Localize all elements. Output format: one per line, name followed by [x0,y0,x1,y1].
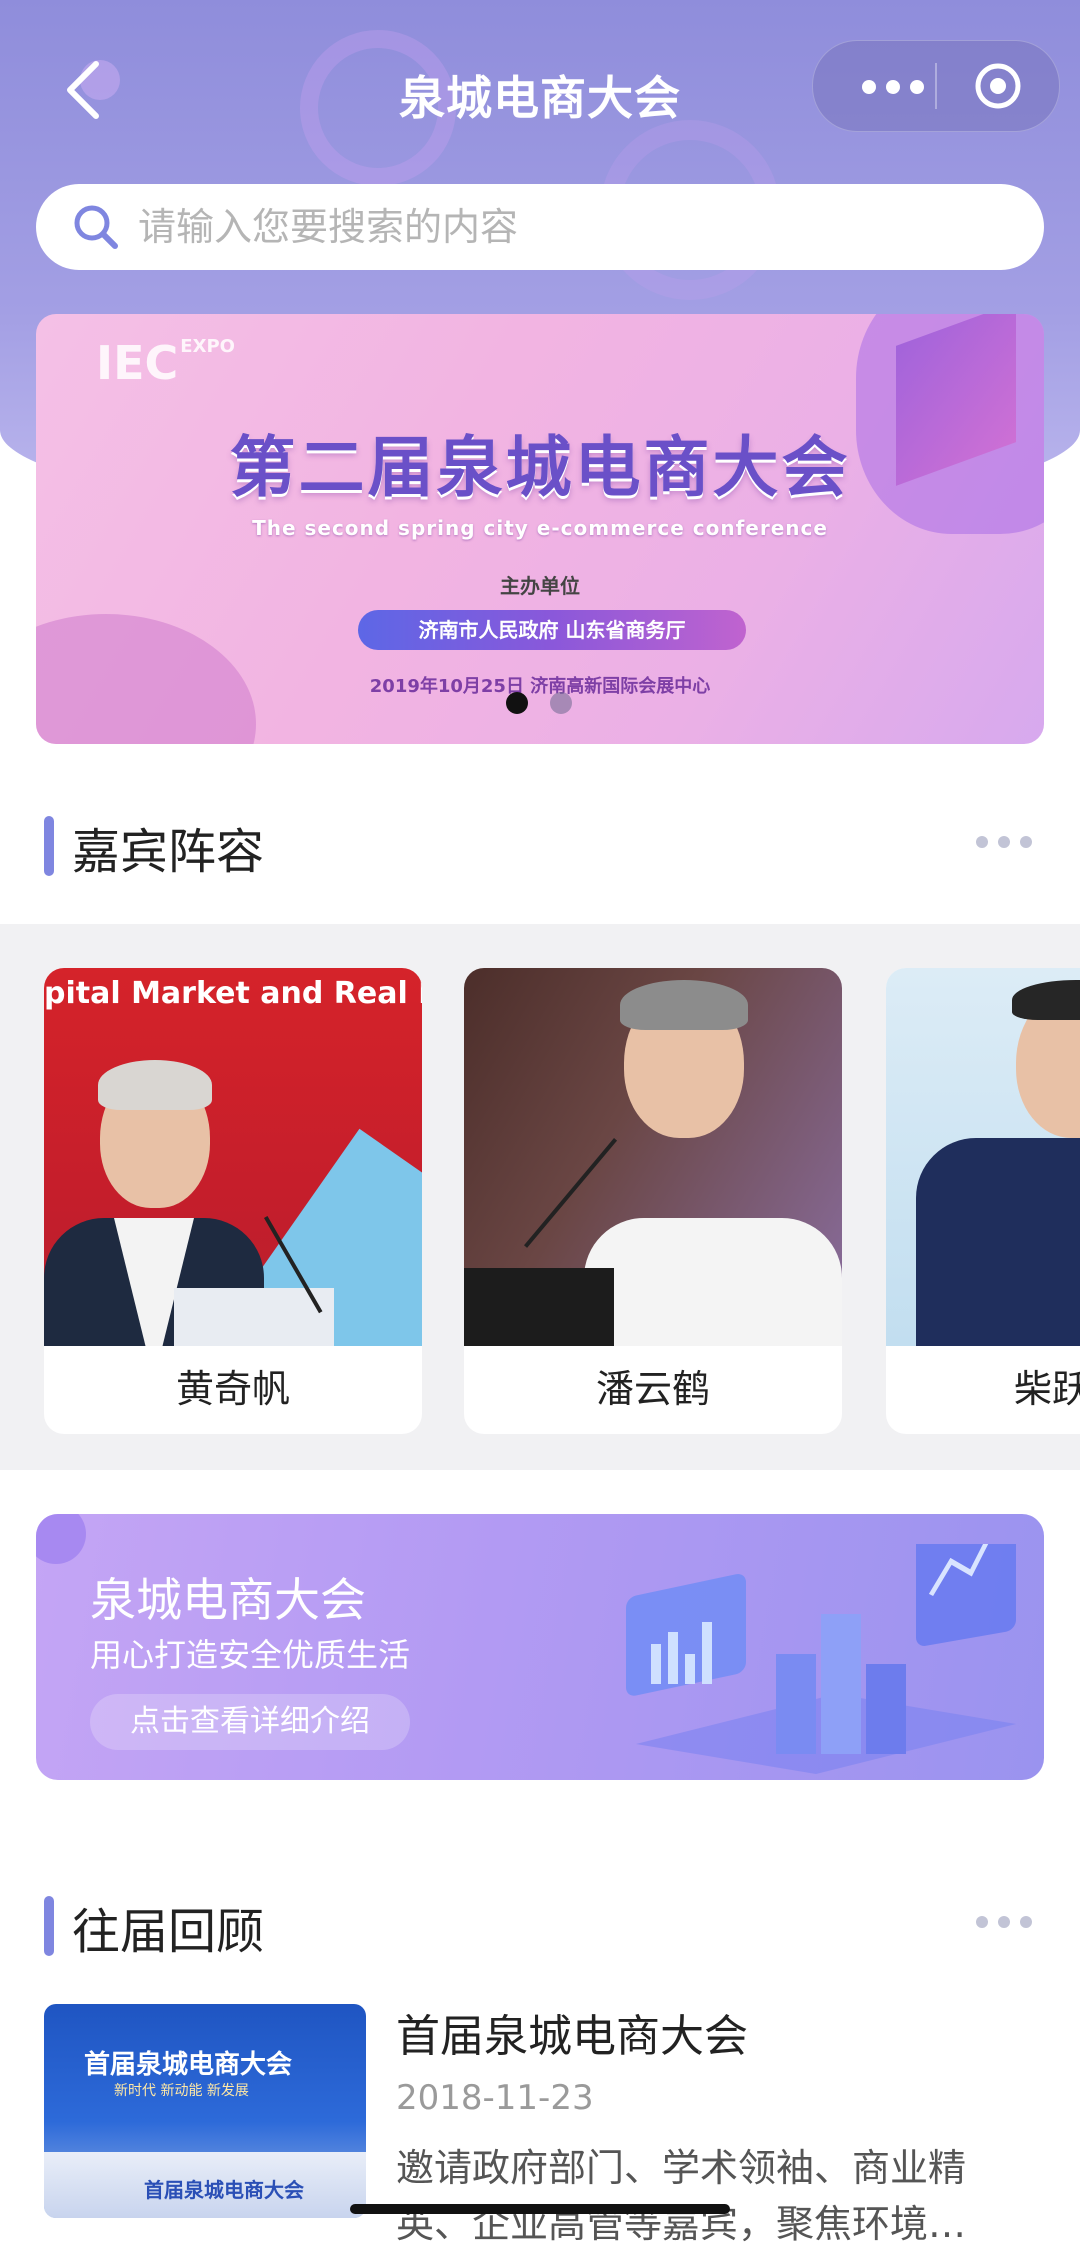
banner-title: 第二届泉城电商大会 [229,429,851,506]
intro-promo-banner[interactable]: 泉城电商大会 用心打造安全优质生活 点击查看详细介绍 [36,1514,1044,1780]
search-input[interactable] [136,204,960,250]
speaker-name: 潘云鹤 [595,1367,710,1411]
promo-subtitle: 用心打造安全优质生活 [90,1636,411,1674]
analytics-illustration-icon [626,1544,1016,1774]
speaker-photo: pital Market and Real Ec [44,968,422,1346]
speaker-name: 柴跃 [1014,1367,1080,1411]
banner-subtitle: The second spring city e-commerce confer… [252,516,828,540]
search-bar[interactable] [36,184,1044,270]
decor-dot [36,1514,86,1564]
section-title: 嘉宾阵容 [72,824,265,880]
speakers-carousel[interactable]: pital Market and Real Ec 黄奇帆 潘云鹤 柴跃 [0,924,1080,1470]
mini-program-capsule [812,40,1060,132]
navigation-bar: 泉城电商大会 [0,40,1080,140]
more-icon[interactable] [976,1916,1032,1928]
photo-backdrop-text: pital Market and Real Ec [44,976,422,1011]
more-options-icon[interactable] [843,67,943,107]
section-title: 往届回顾 [72,1904,265,1960]
past-event-description: 邀请政府部门、学术领袖、商业精英、企业高管等嘉宾，聚焦环境… [396,2146,967,2246]
carousel-dot[interactable] [550,692,572,714]
search-icon [74,205,118,249]
capsule-divider [935,63,937,109]
speaker-card[interactable]: pital Market and Real Ec 黄奇帆 [44,968,422,1434]
home-indicator[interactable] [350,2204,730,2214]
speaker-card[interactable]: 柴跃 [886,968,1080,1434]
section-accent-bar [44,816,54,876]
speaker-photo [464,968,842,1346]
past-event-thumbnail: 首届泉城电商大会 新时代 新动能 新发展 首届泉城电商大会 [44,2004,366,2218]
view-details-button[interactable]: 点击查看详细介绍 [90,1694,410,1750]
speaker-name: 黄奇帆 [175,1367,290,1411]
iec-logo: IEC EXPO [96,336,235,390]
past-event-title: 首届泉城电商大会 [396,2011,748,2062]
carousel-dot-active[interactable] [506,692,528,714]
speaker-photo [886,968,1080,1346]
conference-banner[interactable]: IEC EXPO 第二届泉城电商大会 The second spring city… [36,314,1044,744]
guests-section-header: 嘉宾阵容 [0,796,1080,886]
past-section-header: 往届回顾 [0,1876,1080,1966]
banner-organizers: 济南市人民政府 山东省商务厅 [358,610,746,650]
promo-title: 泉城电商大会 [90,1573,366,1627]
banner-host-label: 主办单位 [500,574,580,598]
section-accent-bar [44,1896,54,1956]
more-icon[interactable] [976,836,1032,848]
speaker-card[interactable]: 潘云鹤 [464,968,842,1434]
carousel-indicator [506,692,572,714]
close-miniprogram-icon[interactable] [973,61,1023,111]
past-event-date: 2018-11-23 [396,2078,594,2118]
